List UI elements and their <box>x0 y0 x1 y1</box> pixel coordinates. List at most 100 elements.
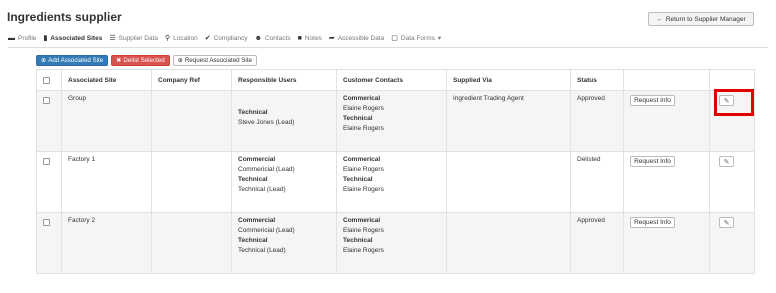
responsible-role: Technical <box>238 109 268 116</box>
tab-contacts[interactable]: ☻ Contacts <box>255 35 291 42</box>
row-checkbox[interactable] <box>43 219 50 226</box>
contact-name: Elaine Rogers <box>343 247 384 254</box>
tab-location[interactable]: ⚲ Location <box>165 34 198 43</box>
contact-role: Commerical <box>343 95 381 102</box>
row-checkbox[interactable] <box>43 97 50 104</box>
site-cell: Factory 2 <box>61 212 152 274</box>
toolbar: ⊕ Add Associated Site ✖ Delist Selected … <box>36 55 257 66</box>
contact-name: Elaine Rogers <box>343 227 384 234</box>
customer-contacts-cell: Commerical Elaine Rogers Technical Elain… <box>336 212 447 274</box>
associated-sites-table: Associated Site Company Ref Responsible … <box>36 69 755 274</box>
tab-label: Compliancy <box>213 34 248 42</box>
contact-role: Commerical <box>343 156 381 163</box>
responsible-user: Technical (Lead) <box>238 247 286 254</box>
request-info-button[interactable]: Request Info <box>630 156 675 167</box>
customer-contacts-cell: Commerical Elaine Rogers Technical Elain… <box>336 90 447 152</box>
edit-cell: ✎ <box>709 212 755 274</box>
table-header-row: Associated Site Company Ref Responsible … <box>36 69 755 91</box>
site-cell: Group <box>61 90 152 152</box>
action-cell: Request Info <box>623 212 710 274</box>
caret-down-icon: ▾ <box>437 35 442 42</box>
tab-bar: ▬ Profile ▮ Associated Sites ☰ Supplier … <box>8 31 768 45</box>
edit-icon: ✎ <box>723 158 730 166</box>
tab-label: Contacts <box>264 34 291 42</box>
contact-role: Commerical <box>343 217 381 224</box>
arrow-left-icon: ← <box>656 15 663 23</box>
request-button-label: Request Associated Site <box>184 57 252 64</box>
site-cell: Factory 1 <box>61 151 152 213</box>
contact-role: Technical <box>343 176 373 183</box>
delist-selected-button[interactable]: ✖ Delist Selected <box>111 55 170 66</box>
column-header-supplied-via: Supplied Via <box>446 69 571 91</box>
tab-label: Notes <box>304 34 322 42</box>
tab-label: Location <box>173 34 198 42</box>
responsible-user: Steve Jones (Lead) <box>238 119 295 126</box>
edit-button[interactable]: ✎ <box>719 156 734 167</box>
contact-name: Elaine Rogers <box>343 186 384 193</box>
edit-icon: ✎ <box>723 97 730 105</box>
column-header-status: Status <box>570 69 624 91</box>
request-info-button[interactable]: Request Info <box>630 95 675 106</box>
column-header-associated-site: Associated Site <box>61 69 152 91</box>
status-cell: Delisted <box>570 151 624 213</box>
plus-circle-icon: ⊕ <box>177 57 183 64</box>
tab-supplier-data[interactable]: ☰ Supplier Data <box>109 34 158 43</box>
supplied-via-cell <box>446 151 571 213</box>
row-checkbox[interactable] <box>43 158 50 165</box>
users-icon: ☻ <box>254 34 262 42</box>
plus-circle-icon: ⊕ <box>41 57 47 64</box>
delist-button-label: Delist Selected <box>123 57 165 64</box>
contact-role: Technical <box>343 237 373 244</box>
column-header-customer-contacts: Customer Contacts <box>336 69 447 91</box>
status-cell: Approved <box>570 90 624 152</box>
add-button-label: Add Associated Site <box>48 57 104 64</box>
responsible-user: Commericial (Lead) <box>238 166 295 173</box>
action-cell: Request Info <box>623 151 710 213</box>
select-all-cell <box>36 69 62 91</box>
row-select-cell <box>36 212 62 274</box>
contact-role: Technical <box>343 115 373 122</box>
contact-name: Elaine Rogers <box>343 125 384 132</box>
request-info-button[interactable]: Request Info <box>630 217 675 228</box>
building-icon: ▮ <box>43 35 48 42</box>
responsible-role: Commercial <box>238 217 276 224</box>
edit-cell: ✎ <box>709 151 755 213</box>
close-icon: ✖ <box>116 57 122 64</box>
form-icon: ▢ <box>391 35 398 42</box>
row-select-cell <box>36 151 62 213</box>
return-to-supplier-manager-button[interactable]: ← Return to Supplier Manager <box>648 12 754 26</box>
profile-icon: ▬ <box>8 34 15 42</box>
return-button-label: Return to Supplier Manager <box>665 15 746 23</box>
row-select-cell <box>36 90 62 152</box>
column-header-edit <box>709 69 755 91</box>
edit-cell: ✎ <box>709 90 755 152</box>
tab-label: Supplier Data <box>118 34 158 42</box>
tab-compliancy[interactable]: ✔ Compliancy <box>205 34 248 43</box>
company-ref-cell <box>151 151 232 213</box>
responsible-role: Technical <box>238 176 268 183</box>
tab-accessible-data[interactable]: ➦ Accessible Data <box>328 34 385 43</box>
add-associated-site-button[interactable]: ⊕ Add Associated Site <box>36 55 109 66</box>
tab-label: Accessible Data <box>337 34 385 42</box>
map-marker-icon: ⚲ <box>165 35 171 42</box>
responsible-users-cell: Commercial Commericial (Lead) Technical … <box>231 151 337 213</box>
action-cell: Request Info <box>623 90 710 152</box>
tab-notes[interactable]: ■ Notes <box>298 35 322 42</box>
company-ref-cell <box>151 212 232 274</box>
tab-data-forms[interactable]: ▢ Data Forms ▾ <box>391 34 442 43</box>
responsible-users-cell: Commercial Commericial (Lead) Technical … <box>231 212 337 274</box>
edit-button[interactable]: ✎ <box>719 95 734 106</box>
notes-icon: ■ <box>297 34 302 42</box>
tab-associated-sites[interactable]: ▮ Associated Sites <box>43 34 102 43</box>
supplied-via-cell: Ingredient Trading Agent <box>446 90 571 152</box>
share-icon: ➦ <box>328 35 335 42</box>
edit-button[interactable]: ✎ <box>719 217 734 228</box>
tab-profile[interactable]: ▬ Profile <box>8 35 36 42</box>
responsible-users-cell: Technical Steve Jones (Lead) <box>231 90 337 152</box>
tab-label: Profile <box>18 34 37 42</box>
list-icon: ☰ <box>109 35 116 42</box>
select-all-checkbox[interactable] <box>43 76 50 84</box>
contact-name: Elaine Rogers <box>343 166 384 173</box>
contact-name: Elaine Rogers <box>343 105 384 112</box>
request-associated-site-button[interactable]: ⊕ Request Associated Site <box>172 55 257 66</box>
